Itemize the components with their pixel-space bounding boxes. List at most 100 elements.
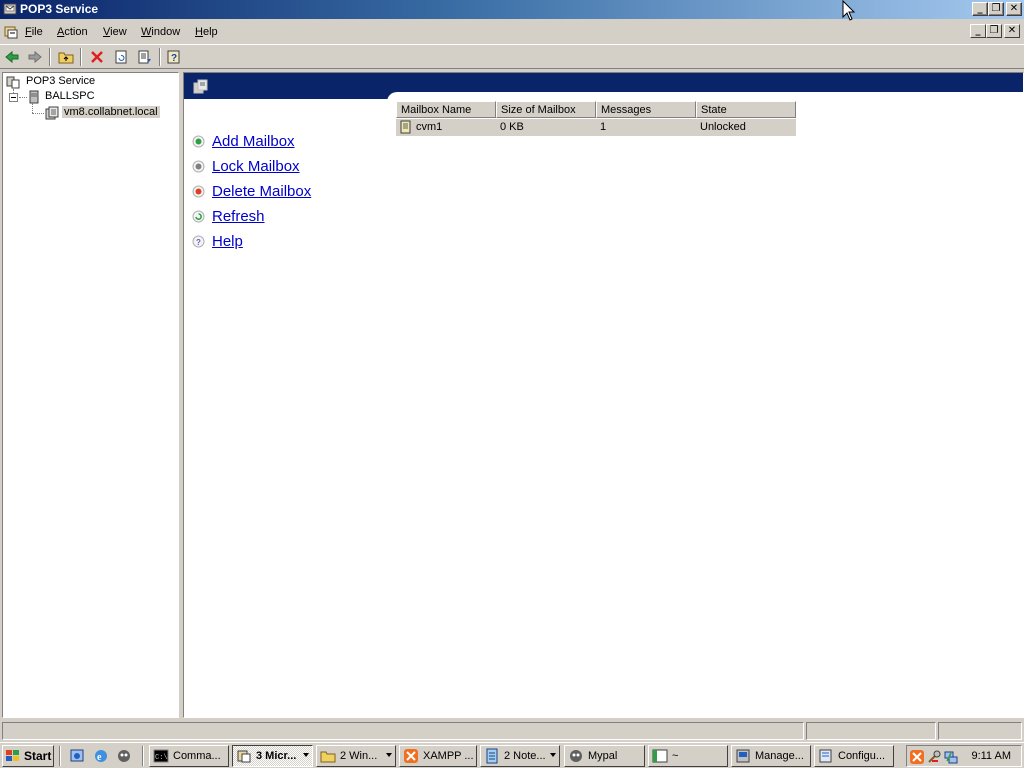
notepad-icon	[486, 748, 498, 764]
taskbar-button-command[interactable]: C:\ Comma...	[149, 745, 229, 767]
toolbar-separator	[159, 48, 161, 66]
tree-collapse-toggle[interactable]	[9, 93, 18, 102]
taskbar-button-windows[interactable]: 2 Win...	[316, 745, 396, 767]
cell-mailbox-name: cvm1	[416, 121, 443, 133]
group-dropdown-icon	[303, 753, 309, 757]
status-bar	[0, 720, 1024, 742]
table-row[interactable]: cvm1 0 KB 1 Unlocked	[396, 119, 796, 136]
cell-messages: 1	[600, 121, 607, 133]
delete-icon[interactable]	[87, 48, 107, 66]
list-header: Mailbox Name Size of Mailbox Messages St…	[396, 101, 1023, 118]
tools-tray-icon[interactable]	[926, 749, 942, 765]
cell-state: Unlocked	[700, 121, 746, 133]
network-tray-icon[interactable]	[943, 749, 959, 765]
back-arrow-icon[interactable]	[2, 48, 22, 66]
command-prompt-icon: C:\	[153, 749, 169, 763]
taskbar-separator	[142, 746, 144, 766]
refresh-icon	[192, 210, 205, 223]
svg-text:e: e	[97, 752, 102, 763]
group-dropdown-icon	[550, 753, 556, 757]
title-bar[interactable]: POP3 Service _ ❐ ✕	[0, 0, 1024, 19]
child-minimize-button[interactable]: _	[970, 24, 986, 38]
mail-domain-icon	[45, 106, 59, 120]
up-folder-icon[interactable]	[56, 48, 76, 66]
column-mailbox-name[interactable]: Mailbox Name	[396, 101, 496, 118]
svg-text:C:\: C:\	[155, 754, 168, 762]
menu-help[interactable]: Help	[195, 26, 218, 38]
minimize-button[interactable]: _	[972, 2, 988, 16]
add-icon	[192, 135, 205, 148]
mail-domain-icon	[193, 79, 208, 94]
tree-connector	[32, 113, 44, 114]
help-icon: ?	[192, 235, 205, 248]
pop3-service-window: POP3 Service _ ❐ ✕ File Action View Wind…	[0, 0, 1024, 768]
menu-window[interactable]: Window	[141, 26, 180, 38]
windows-logo-icon	[6, 750, 19, 761]
internet-explorer-icon[interactable]: e	[92, 747, 110, 765]
server-icon	[29, 90, 39, 104]
mmc-child-window-icon[interactable]	[3, 24, 19, 40]
help-icon[interactable]: ?	[164, 48, 184, 66]
tree-connector	[32, 103, 33, 113]
terminal-icon	[652, 749, 668, 763]
refresh-icon[interactable]	[111, 48, 131, 66]
column-messages[interactable]: Messages	[596, 101, 696, 118]
group-dropdown-icon	[386, 753, 392, 757]
clock[interactable]: 9:11 AM	[971, 750, 1011, 762]
details-pane: Add Mailbox Lock Mailbox Delete Mailbox …	[183, 72, 1024, 718]
xampp-tray-icon[interactable]	[909, 749, 925, 765]
folder-icon	[320, 751, 336, 763]
mailbox-icon	[400, 120, 411, 134]
export-list-icon[interactable]	[135, 48, 155, 66]
column-size[interactable]: Size of Mailbox	[496, 101, 596, 118]
mmc-icon	[237, 750, 251, 763]
manage-icon	[736, 749, 750, 763]
column-state[interactable]: State	[696, 101, 796, 118]
window-title: POP3 Service	[20, 2, 99, 16]
pop3-app-icon	[3, 3, 17, 15]
toolbar-separator	[49, 48, 51, 66]
child-restore-button[interactable]: ❐	[986, 24, 1002, 38]
child-close-button[interactable]: ✕	[1004, 24, 1020, 38]
restore-button[interactable]: ❐	[988, 2, 1004, 16]
menu-action[interactable]: Action	[57, 26, 88, 38]
close-button[interactable]: ✕	[1006, 2, 1022, 16]
taskbar-button-xampp[interactable]: XAMPP ...	[399, 745, 477, 767]
pop3-service-icon	[6, 76, 20, 89]
tree-root-label: POP3 Service	[26, 75, 96, 87]
add-mailbox-link[interactable]: Add Mailbox	[212, 133, 295, 150]
lock-mailbox-link[interactable]: Lock Mailbox	[212, 158, 300, 175]
xampp-icon	[404, 749, 418, 763]
refresh-link[interactable]: Refresh	[212, 208, 265, 225]
taskbar-button-terminal[interactable]: ~	[648, 745, 728, 767]
svg-text:?: ?	[171, 53, 177, 64]
status-panel-main	[2, 722, 804, 740]
forward-arrow-icon[interactable]	[25, 48, 45, 66]
toolbar-separator	[80, 48, 82, 66]
cell-size: 0 KB	[500, 121, 524, 133]
tree-connector	[19, 97, 27, 98]
tree-domain-label: vm8.collabnet.local	[62, 106, 160, 118]
mypal-icon[interactable]	[115, 747, 133, 765]
menu-view[interactable]: View	[103, 26, 127, 38]
taskbar: Start e C:\ Comma... 3 Micr... 2 Win...	[0, 742, 1024, 768]
start-button[interactable]: Start	[2, 745, 54, 767]
system-tray: 9:11 AM	[906, 745, 1022, 767]
delete-icon	[192, 185, 205, 198]
taskbar-button-manage[interactable]: Manage...	[731, 745, 811, 767]
taskbar-button-notepad[interactable]: 2 Note...	[480, 745, 560, 767]
menu-file[interactable]: File	[25, 26, 43, 38]
status-panel	[938, 722, 1022, 740]
svg-text:?: ?	[196, 238, 201, 247]
taskbar-button-mypal[interactable]: Mypal	[564, 745, 645, 767]
configure-icon	[819, 749, 832, 763]
taskbar-button-mmc[interactable]: 3 Micr...	[232, 745, 313, 767]
show-desktop-icon[interactable]	[68, 747, 86, 765]
taskbar-separator	[59, 746, 61, 766]
delete-mailbox-link[interactable]: Delete Mailbox	[212, 183, 311, 200]
console-tree[interactable]: POP3 Service BALLSPC vm8.collabnet.local	[2, 72, 179, 718]
help-link[interactable]: Help	[212, 233, 243, 250]
lock-icon	[192, 160, 205, 173]
toolbar: ?	[0, 44, 1024, 69]
taskbar-button-configure[interactable]: Configu...	[814, 745, 894, 767]
